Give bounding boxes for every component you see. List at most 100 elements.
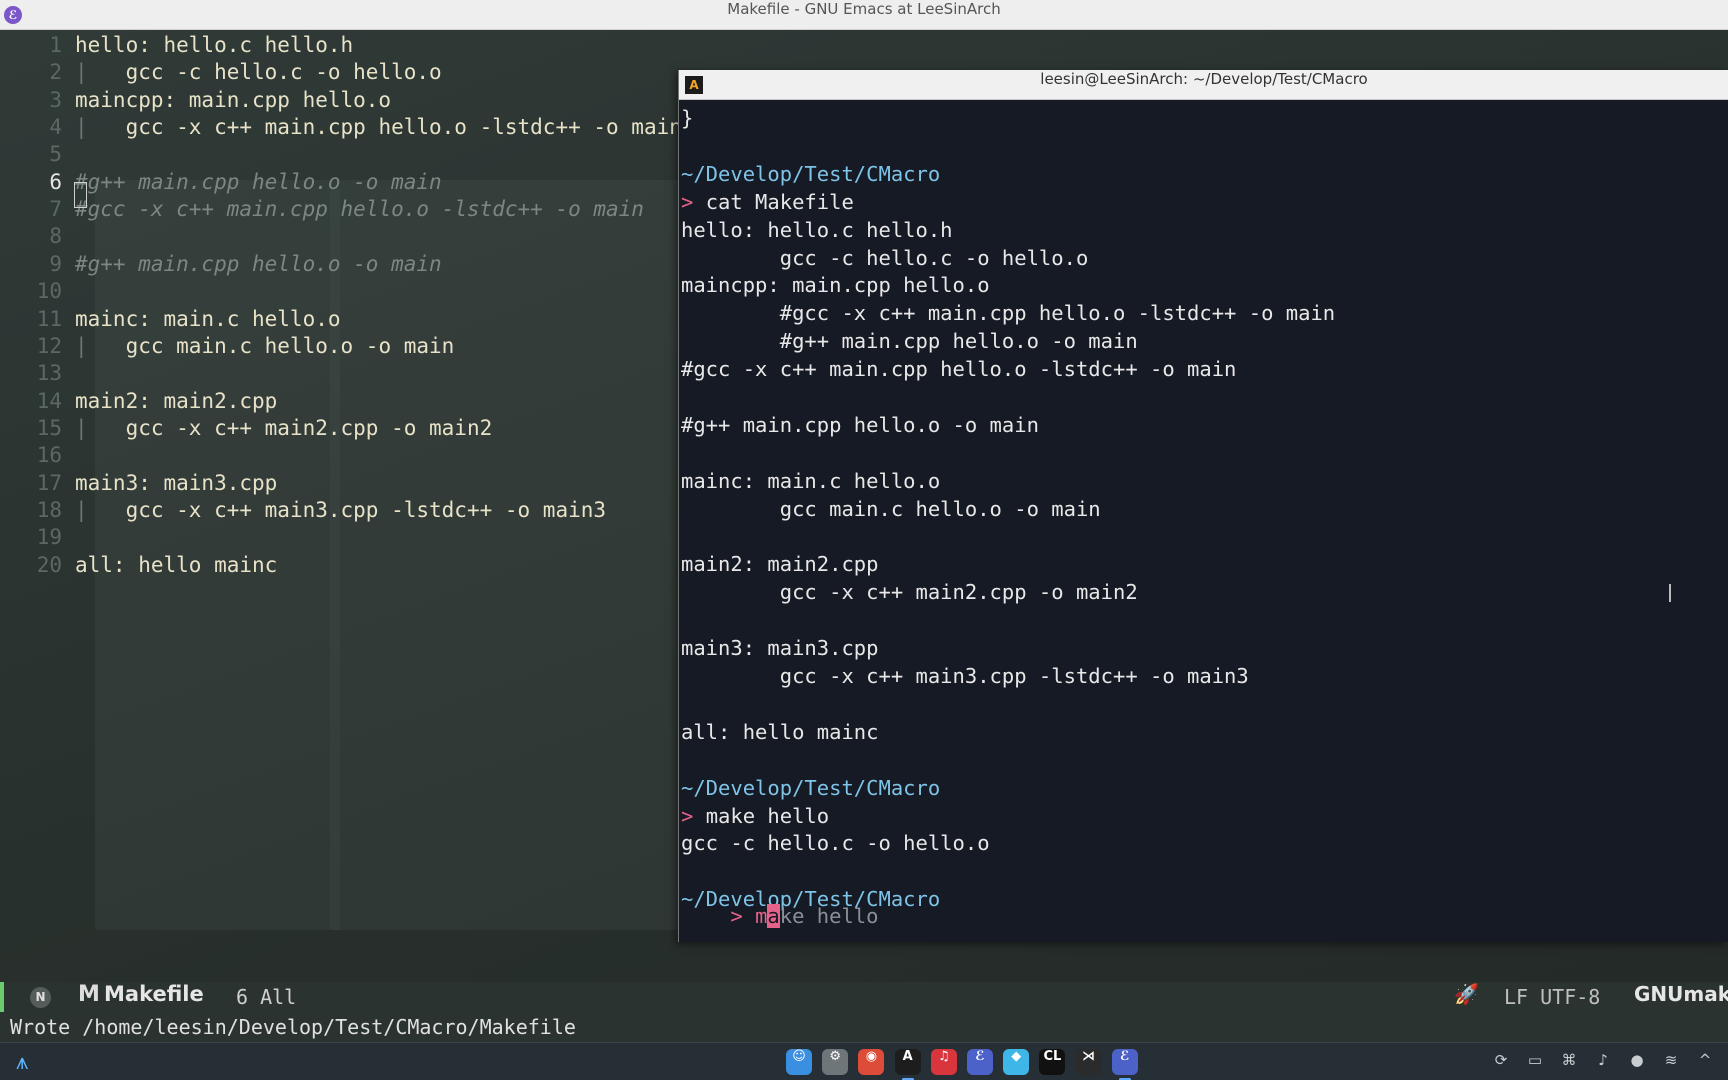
buffer-name[interactable]: Makefile bbox=[104, 982, 204, 1006]
flutter-icon[interactable]: ◆ bbox=[1003, 1049, 1030, 1075]
line-text: #gcc -x c++ main.cpp hello.o -lstdc++ -o… bbox=[75, 194, 644, 224]
emacs-icon[interactable]: ℰ bbox=[967, 1049, 993, 1075]
keyboard-icon[interactable]: ⌘ bbox=[1558, 1051, 1580, 1073]
output-line: } bbox=[681, 106, 694, 130]
line-number: 2 bbox=[49, 60, 62, 85]
prompt-symbol: > bbox=[681, 803, 694, 828]
command-line: > make hello bbox=[681, 802, 829, 830]
line-number: 19 bbox=[36, 525, 62, 550]
encoding-indicator[interactable]: LF UTF-8 bbox=[1504, 982, 1600, 1012]
output-line: mainc: main.c hello.o bbox=[681, 468, 941, 493]
mode-line: N M Makefile 6 All 🚀 LF UTF-8 GNUmakefil… bbox=[0, 982, 1728, 1012]
modeline-edge-indicator bbox=[0, 982, 4, 1012]
settings-icon[interactable]: ⚙ bbox=[822, 1049, 849, 1075]
line-text: | gcc -x c++ main2.cpp -o main2 bbox=[75, 413, 492, 443]
output-line: gcc -c hello.c -o hello.o bbox=[681, 831, 990, 856]
line-number: 16 bbox=[36, 443, 62, 468]
emacs-icon[interactable]: ℰ bbox=[1111, 1049, 1138, 1075]
line-content: gcc main.c hello.o -o main bbox=[87, 333, 455, 358]
line-number: 4 bbox=[49, 115, 62, 140]
line-number: 9 bbox=[49, 251, 62, 276]
echo-area: Wrote /home/leesin/Develop/Test/CMacro/M… bbox=[0, 1012, 1728, 1042]
autosuggestion: ke hello bbox=[779, 904, 879, 928]
line-content: maincpp: main.cpp hello.o bbox=[75, 87, 392, 112]
terminal-cursor: a bbox=[767, 904, 780, 928]
line-number: 15 bbox=[36, 415, 62, 440]
line-text: maincpp: main.cpp hello.o bbox=[75, 85, 391, 115]
indent-guide: | bbox=[75, 497, 88, 522]
command-args: Makefile bbox=[742, 189, 854, 214]
line-number: 6 bbox=[49, 169, 62, 194]
microphone-icon[interactable]: ● bbox=[1626, 1051, 1648, 1073]
output-line: #g++ main.cpp hello.o -o main bbox=[681, 412, 1039, 437]
finder-icon[interactable]: ☺ bbox=[786, 1049, 812, 1075]
line-content: all: hello mainc bbox=[75, 552, 278, 577]
line-content: hello: hello.c hello.h bbox=[75, 33, 354, 57]
line-number: 13 bbox=[36, 361, 62, 386]
line-text: | gcc -x c++ main3.cpp -lstdc++ -o main3 bbox=[75, 495, 606, 525]
typed-text: m bbox=[755, 904, 768, 928]
line-number: 17 bbox=[36, 470, 62, 495]
indent-guide: | bbox=[75, 415, 88, 440]
line-number: 18 bbox=[36, 497, 62, 522]
vscode-icon[interactable]: ⋊ bbox=[1075, 1049, 1102, 1075]
output-line: main3: main3.cpp bbox=[681, 636, 879, 661]
command-line: > cat Makefile bbox=[681, 188, 854, 216]
line-text: | gcc -x c++ main.cpp hello.o -lstdc++ -… bbox=[75, 112, 682, 142]
terminal-titlebar[interactable]: A leesin@LeeSinArch: ~/Develop/Test/CMac… bbox=[679, 70, 1728, 100]
text-cursor bbox=[74, 182, 87, 208]
app-launcher-icon[interactable]: ⩚ bbox=[16, 1050, 28, 1075]
line-content: #g++ main.cpp hello.o -o main bbox=[75, 169, 442, 194]
alacritty-icon[interactable]: A bbox=[894, 1049, 921, 1075]
mouse-ibeam-cursor bbox=[1669, 584, 1671, 602]
chevron-up-icon[interactable]: ^ bbox=[1694, 1051, 1716, 1073]
indent-guide: | bbox=[75, 115, 88, 140]
output-line: #g++ main.cpp hello.o -o main bbox=[681, 329, 1138, 354]
line-text: #g++ main.cpp hello.o -o main bbox=[75, 167, 442, 197]
output-line: gcc -c hello.c -o hello.o bbox=[681, 245, 1089, 270]
makefile-icon: M bbox=[78, 982, 100, 1007]
wifi-icon[interactable]: ≋ bbox=[1660, 1051, 1682, 1073]
rocket-icon[interactable]: 🚀 bbox=[1454, 982, 1479, 1006]
output-line: gcc main.c hello.o -o main bbox=[681, 496, 1101, 521]
command-args: hello bbox=[755, 803, 830, 828]
chrome-icon[interactable]: ◉ bbox=[858, 1049, 885, 1075]
line-number: 7 bbox=[49, 197, 62, 222]
line-text: main2: main2.cpp bbox=[75, 386, 277, 416]
netease-music-icon[interactable]: ♫ bbox=[930, 1049, 957, 1075]
line-content: main3: main3.cpp bbox=[75, 470, 278, 495]
evil-state-badge: N bbox=[30, 987, 51, 1008]
terminal-window[interactable]: A leesin@LeeSinArch: ~/Develop/Test/CMac… bbox=[678, 70, 1728, 942]
line-number: 11 bbox=[36, 306, 62, 331]
line-text: hello: hello.c hello.h bbox=[75, 30, 353, 60]
line-content: gcc -x c++ main.cpp hello.o -lstdc++ -o … bbox=[87, 115, 682, 140]
taskbar: ⩚ ☺ ⚙ ◉ A ♫ ℰ ◆ CL ⋊ ℰ ⟳ ▭ ⌘ ♪ ● ≋ ^ bbox=[0, 1042, 1728, 1080]
major-mode[interactable]: GNUmakefile bbox=[1634, 982, 1728, 1006]
output-line: #gcc -x c++ main.cpp hello.o -lstdc++ -o… bbox=[681, 301, 1336, 326]
line-number: 12 bbox=[36, 333, 62, 358]
line-number: 14 bbox=[36, 388, 62, 413]
terminal-input-line[interactable]: > make hello bbox=[681, 874, 879, 928]
line-text: #g++ main.cpp hello.o -o main bbox=[75, 249, 442, 279]
prompt-path: ~/Develop/Test/CMacro bbox=[681, 161, 941, 186]
update-icon[interactable]: ⟳ bbox=[1490, 1051, 1512, 1073]
line-content: #gcc -x c++ main.cpp hello.o -lstdc++ -o… bbox=[75, 197, 644, 222]
indent-guide: | bbox=[75, 333, 88, 358]
command-name: make bbox=[705, 803, 756, 828]
volume-icon[interactable]: ♪ bbox=[1592, 1051, 1614, 1073]
line-content: gcc -x c++ main3.cpp -lstdc++ -o main3 bbox=[87, 497, 607, 522]
clipboard-icon[interactable]: ▭ bbox=[1524, 1051, 1546, 1073]
line-text: | gcc main.c hello.o -o main bbox=[75, 331, 454, 361]
line-number: 5 bbox=[49, 142, 62, 167]
line-text: main3: main3.cpp bbox=[75, 468, 277, 498]
output-line: main2: main2.cpp bbox=[681, 552, 879, 577]
line-content: mainc: main.c hello.o bbox=[75, 306, 341, 331]
line-text: mainc: main.c hello.o bbox=[75, 304, 341, 334]
clion-icon[interactable]: CL bbox=[1039, 1049, 1066, 1075]
output-line: all: hello mainc bbox=[681, 719, 879, 744]
emacs-titlebar: ℰ Makefile - GNU Emacs at LeeSinArch bbox=[0, 0, 1728, 30]
line-number: 8 bbox=[49, 224, 62, 249]
line-text: all: hello mainc bbox=[75, 550, 277, 580]
command-name: cat bbox=[705, 189, 743, 214]
prompt-path: ~/Develop/Test/CMacro bbox=[681, 775, 941, 800]
